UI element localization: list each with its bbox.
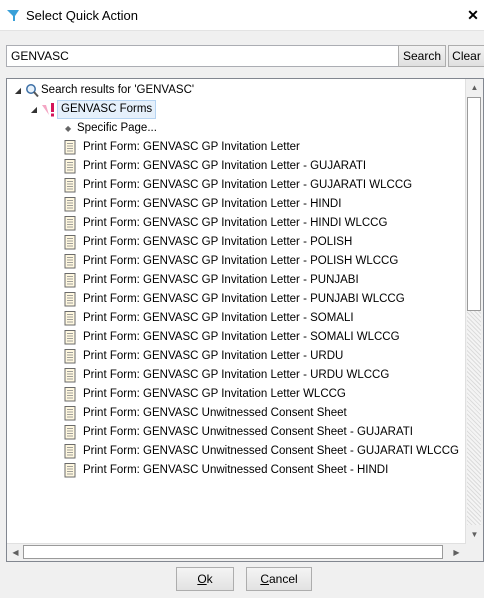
form-list-item[interactable]: Print Form: GENVASC Unwitnessed Consent …: [7, 442, 466, 461]
search-bar: Search Clear: [0, 44, 484, 70]
close-button[interactable]: ✕: [464, 6, 482, 24]
title-bar: Select Quick Action ✕: [0, 0, 484, 31]
horizontal-scroll-thumb[interactable]: [23, 545, 443, 559]
form-list-item[interactable]: Print Form: GENVASC GP Invitation Letter…: [7, 252, 466, 271]
cancel-label-rest: ancel: [268, 572, 298, 586]
scroll-up-arrow-icon[interactable]: ▲: [467, 80, 482, 95]
document-icon: [64, 235, 76, 250]
document-icon: [64, 463, 76, 478]
form-list-item[interactable]: Print Form: GENVASC GP Invitation Letter: [7, 138, 466, 157]
document-icon: [64, 406, 76, 421]
form-list-item[interactable]: Print Form: GENVASC Unwitnessed Consent …: [7, 461, 466, 480]
document-icon: [64, 349, 76, 364]
form-list-item[interactable]: Print Form: GENVASC GP Invitation Letter…: [7, 347, 466, 366]
document-icon: [64, 159, 76, 174]
document-icon: [64, 311, 76, 326]
bullet-icon: ◆: [65, 124, 72, 133]
form-list-item[interactable]: Print Form: GENVASC GP Invitation Letter…: [7, 233, 466, 252]
ok-label-rest: k: [206, 572, 213, 586]
scroll-right-arrow-icon[interactable]: ▶: [449, 545, 464, 560]
document-icon: [64, 273, 76, 288]
document-icon: [64, 140, 76, 155]
form-item-label: Print Form: GENVASC GP Invitation Letter…: [83, 388, 346, 400]
form-item-label: Print Form: GENVASC GP Invitation Letter…: [83, 331, 400, 343]
form-list-item[interactable]: Print Form: GENVASC GP Invitation Letter…: [7, 366, 466, 385]
ok-mnemonic: O: [197, 572, 207, 586]
document-icon: [64, 425, 76, 440]
window-title: Select Quick Action: [26, 8, 138, 23]
document-icon: [64, 178, 76, 193]
form-list-item[interactable]: Print Form: GENVASC GP Invitation Letter…: [7, 271, 466, 290]
search-button[interactable]: Search: [398, 45, 446, 67]
form-list-item[interactable]: Print Form: GENVASC GP Invitation Letter…: [7, 290, 466, 309]
form-item-label: Print Form: GENVASC GP Invitation Letter…: [83, 274, 359, 286]
form-list-item[interactable]: Print Form: GENVASC Unwitnessed Consent …: [7, 404, 466, 423]
form-item-label: Print Form: GENVASC GP Invitation Letter: [83, 141, 300, 153]
form-item-label: Print Form: GENVASC GP Invitation Letter…: [83, 217, 388, 229]
cancel-mnemonic: C: [260, 572, 269, 586]
search-input[interactable]: [6, 45, 402, 67]
scroll-corner: [466, 544, 483, 561]
form-list-item[interactable]: Print Form: GENVASC GP Invitation Letter…: [7, 214, 466, 233]
forms-group-icon: [42, 103, 54, 117]
document-icon: [64, 330, 76, 345]
document-icon: [64, 292, 76, 307]
form-item-label: Print Form: GENVASC GP Invitation Letter…: [83, 236, 353, 248]
tree-root[interactable]: ◢ Search results for 'GENVASC': [7, 81, 466, 100]
specific-page-item[interactable]: ◆ Specific Page...: [7, 119, 466, 138]
form-item-label: Print Form: GENVASC Unwitnessed Consent …: [83, 445, 459, 457]
form-item-label: Print Form: GENVASC Unwitnessed Consent …: [83, 426, 413, 438]
vertical-scroll-track[interactable]: [467, 311, 481, 525]
document-icon: [64, 197, 76, 212]
form-item-label: Print Form: GENVASC GP Invitation Letter…: [83, 293, 405, 305]
form-item-label: Print Form: GENVASC GP Invitation Letter…: [83, 255, 399, 267]
horizontal-scrollbar[interactable]: ◀ ▶: [7, 543, 466, 561]
document-icon: [64, 216, 76, 231]
scroll-left-arrow-icon[interactable]: ◀: [8, 545, 23, 560]
form-list-item[interactable]: Print Form: GENVASC GP Invitation Letter…: [7, 157, 466, 176]
quick-action-icon: [7, 10, 19, 21]
form-list-item[interactable]: Print Form: GENVASC GP Invitation Letter…: [7, 195, 466, 214]
form-item-label: Print Form: GENVASC GP Invitation Letter…: [83, 179, 413, 191]
vertical-scrollbar[interactable]: ▲ ▼: [465, 79, 483, 544]
search-icon: [26, 84, 39, 98]
form-item-label: Print Form: GENVASC GP Invitation Letter…: [83, 369, 390, 381]
form-list-item[interactable]: Print Form: GENVASC GP Invitation Letter…: [7, 309, 466, 328]
form-list-item[interactable]: Print Form: GENVASC Unwitnessed Consent …: [7, 423, 466, 442]
document-icon: [64, 368, 76, 383]
document-icon: [64, 254, 76, 269]
vertical-scroll-thumb[interactable]: [467, 97, 481, 311]
document-icon: [64, 444, 76, 459]
results-tree[interactable]: ◢ Search results for 'GENVASC' ◢ GENVASC…: [6, 78, 484, 562]
scroll-down-arrow-icon[interactable]: ▼: [467, 527, 482, 542]
clear-button[interactable]: Clear: [448, 45, 484, 67]
ok-button[interactable]: Ok: [176, 567, 234, 591]
form-item-label: Print Form: GENVASC Unwitnessed Consent …: [83, 464, 389, 476]
form-list-item[interactable]: Print Form: GENVASC GP Invitation Letter…: [7, 328, 466, 347]
form-item-label: Print Form: GENVASC GP Invitation Letter…: [83, 350, 344, 362]
tree-group[interactable]: ◢ GENVASC Forms: [7, 100, 466, 119]
form-item-label: Print Form: GENVASC GP Invitation Letter…: [83, 198, 342, 210]
tree-group-label: GENVASC Forms: [57, 100, 157, 119]
collapse-icon[interactable]: ◢: [13, 81, 23, 100]
close-icon: ✕: [467, 7, 479, 23]
form-list-item[interactable]: Print Form: GENVASC GP Invitation Letter…: [7, 176, 466, 195]
collapse-icon[interactable]: ◢: [29, 100, 39, 119]
tree-root-label: Search results for 'GENVASC': [41, 84, 195, 96]
cancel-button[interactable]: Cancel: [246, 567, 312, 591]
document-icon: [64, 387, 76, 402]
form-item-label: Print Form: GENVASC GP Invitation Letter…: [83, 312, 354, 324]
specific-page-label: Specific Page...: [77, 122, 157, 134]
form-item-label: Print Form: GENVASC GP Invitation Letter…: [83, 160, 367, 172]
form-list-item[interactable]: Print Form: GENVASC GP Invitation Letter…: [7, 385, 466, 404]
form-item-label: Print Form: GENVASC Unwitnessed Consent …: [83, 407, 347, 419]
